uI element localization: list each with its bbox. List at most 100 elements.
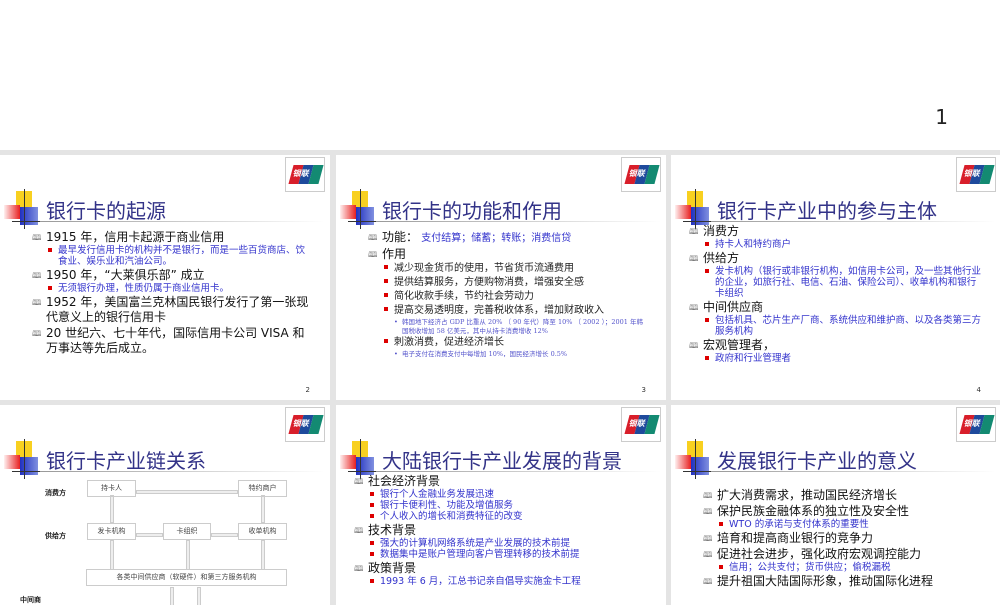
bullet-level-1: 1950 年，“大莱俱乐部” 成立 — [28, 268, 312, 283]
bullet-level-1: 技术背景 — [350, 523, 648, 538]
bullet-level-2: 简化收款手续，节约社会劳动力 — [364, 290, 648, 304]
logo-card-icon: 银联 — [959, 165, 995, 184]
bullet-level-2: 无须银行办理，性质仍属于商业信用卡。 — [28, 283, 312, 294]
diagram-box: 卡组织 — [163, 523, 211, 540]
bullet-level-1: 政策背景 — [350, 561, 648, 576]
diagram-arrow — [110, 495, 114, 523]
slide-thumbnail[interactable]: 银联银行卡产业中的参与主体消费方持卡人和特约商户供给方发卡机构（银行或非银行机构… — [671, 155, 1000, 400]
title-decoration-icon — [675, 439, 723, 481]
slide-title: 银行卡的起源 — [46, 199, 166, 223]
logo-card-icon: 银联 — [288, 415, 324, 434]
slide-thumbnail[interactable]: 银联银行卡的功能和作用功能： 支付结算；储蓄；转账；消费信贷作用减少现金货币的使… — [336, 155, 666, 400]
slide-title: 银行卡的功能和作用 — [382, 199, 562, 223]
bullet-level-1: 社会经济背景 — [350, 474, 648, 489]
diagram-arrow — [261, 540, 265, 570]
diagram-arrow — [110, 540, 114, 570]
bullet-level-1: 1915 年，信用卡起源于商业信用 — [28, 230, 312, 245]
diagram-arrow — [136, 490, 238, 494]
bullet-level-2: 最早发行信用卡的机构并不是银行，而是一些百货商店、饮食业、娱乐业和汽油公司。 — [28, 245, 312, 267]
bullet-level-2: 减少现金货币的使用，节省货币流通费用 — [364, 262, 648, 276]
page-number: 1 — [935, 105, 948, 129]
bullet-level-2: 提高交易透明度，完善税收体系，增加财政收入 — [364, 304, 648, 318]
slide-thumbnail[interactable]: 银联大陆银行卡产业发展的背景社会经济背景银行个人金融业务发展迅速银行卡便利性、功… — [336, 405, 666, 605]
slide-body: 1915 年，信用卡起源于商业信用最早发行信用卡的机构并不是银行，而是一些百货商… — [28, 229, 312, 356]
logo-text: 银联 — [292, 169, 311, 178]
unionpay-logo: 银联 — [621, 157, 661, 192]
bullet-level-2: WTO 的承诺与支付体系的重要性 — [699, 519, 983, 530]
slide-thumbnail[interactable]: 银联银行卡的起源 1915 年，信用卡起源于商业信用最早发行信用卡的机构并不是银行… — [0, 155, 330, 400]
unionpay-logo: 银联 — [285, 407, 325, 442]
slide-number: 2 — [305, 386, 310, 394]
diagram-box: 各类中间供应商（软硬件）和第三方服务机构 — [86, 569, 287, 586]
diagram-box: 收单机构 — [238, 523, 287, 540]
slide-1-partial[interactable]: 1 — [0, 0, 1000, 150]
diagram-arrow — [136, 533, 163, 537]
slide-title: 银行卡产业链关系 — [46, 449, 206, 473]
bullet-level-2: 包括机具、芯片生产厂商、系统供应和维护商、以及各类第三方服务机构 — [685, 315, 983, 337]
unionpay-logo: 银联 — [956, 157, 996, 192]
slide-body: 消费方持卡人和特约商户供给方发卡机构（银行或非银行机构，如信用卡公司，及一些其他… — [685, 223, 983, 364]
unionpay-logo: 银联 — [956, 407, 996, 442]
title-decoration-icon — [340, 189, 388, 231]
slide-title: 大陆银行卡产业发展的背景 — [382, 449, 622, 473]
diagram-row-label: 供给方 — [45, 532, 66, 540]
bullet-level-2: 刺激消费，促进经济增长 — [364, 336, 648, 350]
bullet-level-1: 功能： 支付结算；储蓄；转账；消费信贷 — [364, 230, 648, 246]
slide-body: 扩大消费需求，推动国民经济增长保护民族金融体系的独立性及安全性WTO 的承诺与支… — [699, 487, 983, 589]
slide-body: 功能： 支付结算；储蓄；转账；消费信贷作用减少现金货币的使用，节省货币流通费用提… — [364, 229, 648, 359]
logo-card-icon: 银联 — [959, 415, 995, 434]
bullet-level-2: 银行个人金融业务发展迅速 — [350, 489, 648, 500]
unionpay-logo: 银联 — [285, 157, 325, 192]
bullet-level-2: 数据集中是账户管理向客户管理转移的技术前提 — [350, 549, 648, 560]
diagram-arrow — [211, 533, 238, 537]
diagram-box: 持卡人 — [87, 480, 136, 497]
bullet-level-3: 韩国地下经济占 GDP 比重从 20% （ 90 年代）降至 10% （ 200… — [364, 318, 648, 336]
bullet-level-1: 1952 年，美国富兰克林国民银行发行了第一张现代意义上的银行信用卡 — [28, 295, 312, 325]
bullet-level-1: 供给方 — [685, 251, 983, 266]
slide-number: 3 — [641, 386, 646, 394]
bullet-level-2: 持卡人和特约商户 — [685, 239, 983, 250]
bullet-level-1: 宏观管理者， — [685, 338, 983, 353]
diagram-arrow — [197, 587, 201, 605]
logo-card-icon: 银联 — [288, 165, 324, 184]
bullet-level-2: 1993 年 6 月，江总书记亲自倡导实施金卡工程 — [350, 576, 648, 587]
bullet-level-2: 强大的计算机网络系统是产业发展的技术前提 — [350, 538, 648, 549]
bullet-level-1: 提升祖国大陆国际形象，推动国际化进程 — [699, 574, 983, 589]
slide-thumbnail[interactable]: 银联银行卡产业链关系消费方供给方中间商 持卡人 特约商户发卡机构 卡组织 收单机构各类中… — [0, 405, 330, 605]
slide-title: 发展银行卡产业的意义 — [717, 449, 917, 473]
bullet-level-1: 20 世纪六、七十年代，国际信用卡公司 VISA 和万事达等先后成立。 — [28, 326, 312, 356]
diagram-row-label: 消费方 — [45, 489, 66, 497]
logo-text: 银联 — [963, 169, 982, 178]
logo-card-icon: 银联 — [624, 415, 660, 434]
diagram-row-label: 中间商 — [20, 596, 41, 604]
logo-card-icon: 银联 — [624, 165, 660, 184]
diagram-arrow — [261, 495, 265, 523]
title-decoration-icon — [4, 439, 52, 481]
bullet-level-1: 扩大消费需求，推动国民经济增长 — [699, 488, 983, 503]
slide-title: 银行卡产业中的参与主体 — [717, 199, 937, 223]
slide-number: 4 — [976, 386, 981, 394]
bullet-level-1: 作用 — [364, 247, 648, 262]
logo-text: 银联 — [628, 419, 647, 428]
bullet-level-1: 保护民族金融体系的独立性及安全性 — [699, 504, 983, 519]
diagram-box: 特约商户 — [238, 480, 287, 497]
unionpay-logo: 银联 — [621, 407, 661, 442]
bullet-level-1: 中间供应商 — [685, 300, 983, 315]
bullet-level-1: 促进社会进步，强化政府宏观调控能力 — [699, 547, 983, 562]
slide-body: 社会经济背景银行个人金融业务发展迅速银行卡便利性、功能及增值服务个人收入的增长和… — [350, 473, 648, 587]
diagram-arrow — [186, 540, 190, 570]
bullet-level-1: 消费方 — [685, 224, 983, 239]
bullet-level-2: 发卡机构（银行或非银行机构，如信用卡公司，及一些其他行业的企业，如旅行社、电信、… — [685, 266, 983, 299]
bullet-level-2: 信用；公共支付；货币供应；偷税漏税 — [699, 562, 983, 573]
bullet-highlight: 支付结算；储蓄；转账；消费信贷 — [418, 233, 572, 244]
bullet-level-1: 培育和提高商业银行的竞争力 — [699, 531, 983, 546]
diagram-arrow — [170, 587, 174, 605]
bullet-level-3: 电子支付在消费支付中每增加 10%，国民经济增长 0.5% — [364, 350, 648, 359]
diagram-box: 发卡机构 — [87, 523, 136, 540]
slide-thumbnail[interactable]: 银联发展银行卡产业的意义扩大消费需求，推动国民经济增长保护民族金融体系的独立性及… — [671, 405, 1000, 605]
logo-text: 银联 — [292, 419, 311, 428]
bullet-level-2: 银行卡便利性、功能及增值服务 — [350, 500, 648, 511]
logo-text: 银联 — [963, 419, 982, 428]
logo-text: 银联 — [628, 169, 647, 178]
bullet-level-2: 提供结算服务，方便购物消费，增强安全感 — [364, 276, 648, 290]
